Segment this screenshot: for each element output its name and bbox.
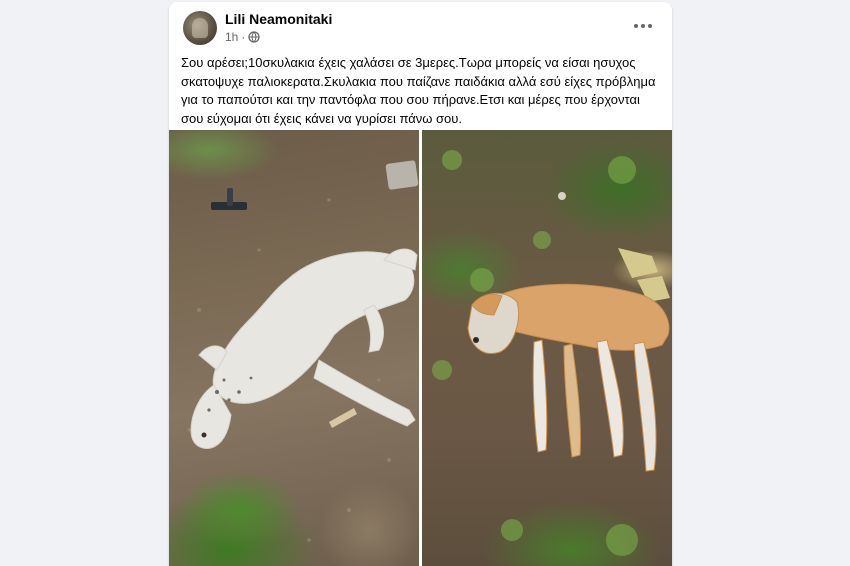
more-options-icon[interactable] — [630, 16, 656, 36]
post-timestamp[interactable]: 1h — [225, 30, 238, 44]
dot — [648, 24, 652, 28]
photo-tan-dog[interactable] — [422, 130, 672, 566]
post-header: Lili Neamonitaki 1h · — [169, 2, 672, 48]
photo-white-dog[interactable] — [169, 130, 419, 566]
globe-icon[interactable] — [248, 31, 261, 43]
author-avatar[interactable] — [183, 11, 217, 45]
post-meta: 1h · — [225, 30, 261, 44]
post-text: Σου αρέσει;10σκυλακια έχεις χαλάσει σε 3… — [181, 55, 656, 126]
meta-separator: · — [241, 30, 246, 44]
post-card: Lili Neamonitaki 1h · Σου αρέσει;10σκυλα… — [169, 2, 672, 566]
photo-grid — [169, 130, 672, 566]
author-name[interactable]: Lili Neamonitaki — [225, 11, 332, 27]
dot — [641, 24, 645, 28]
dot — [634, 24, 638, 28]
